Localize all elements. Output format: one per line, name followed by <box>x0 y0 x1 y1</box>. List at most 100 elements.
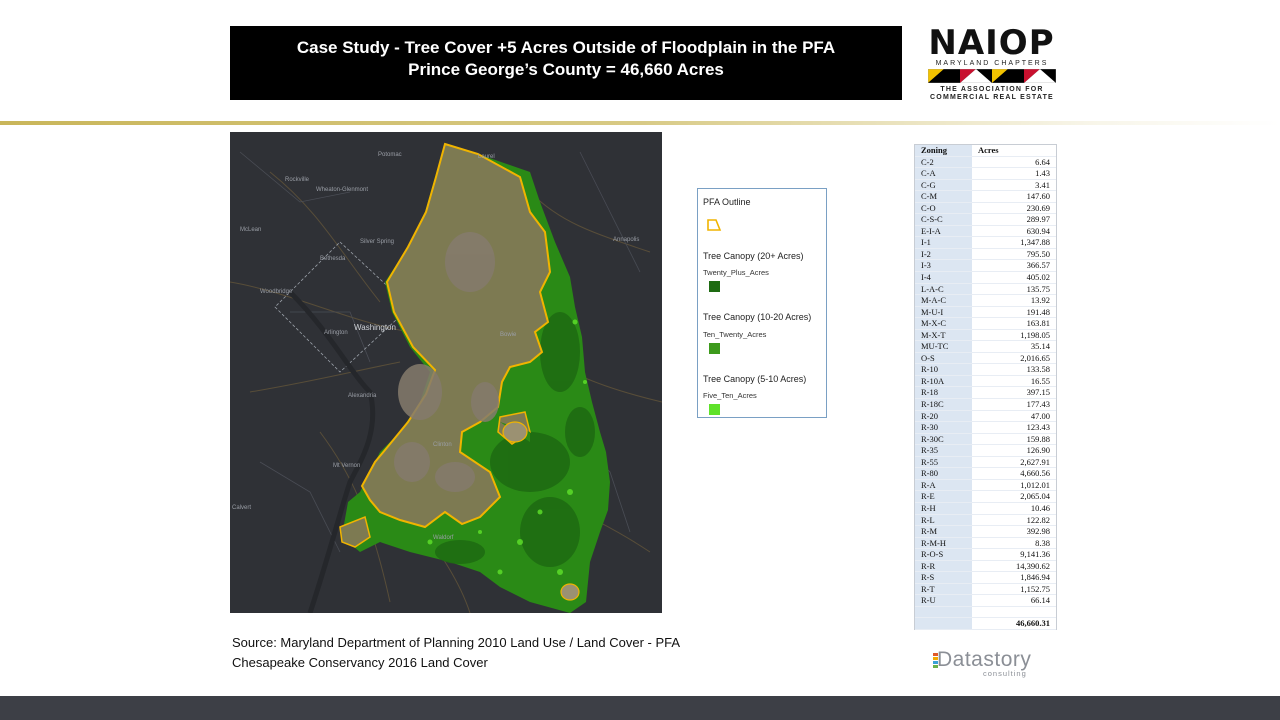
table-row: R-E 2,065.04 <box>915 491 1056 503</box>
table-row: R-S 1,846.94 <box>915 572 1056 584</box>
table-row: M-U-I 191.48 <box>915 306 1056 319</box>
acres-cell: 123.43 <box>1026 422 1050 433</box>
acres-cell: 2,065.04 <box>1020 491 1050 502</box>
table-row <box>915 606 1056 619</box>
map-label: Calvert <box>232 505 252 511</box>
legend-heading-5-10: Tree Canopy (5-10 Acres) <box>703 374 807 384</box>
zoning-cell: I-1 <box>915 237 972 248</box>
legend-sub-5-10: Five_Ten_Acres <box>703 391 757 400</box>
zoning-cell: R-L <box>915 514 972 526</box>
naiop-logo: NAIOP MARYLAND CHAPTERS THE ASSOCIATION … <box>924 26 1059 102</box>
map-label: Rockville <box>285 177 310 183</box>
acres-cell: 630.94 <box>1026 225 1050 236</box>
acres-cell: 16.55 <box>1030 375 1050 386</box>
legend-sub-10-20: Ten_Twenty_Acres <box>703 330 767 339</box>
zoning-cell: R-10A <box>915 375 972 387</box>
table-row: M-X-C 163.81 <box>915 318 1056 330</box>
zoning-cell <box>915 606 972 618</box>
table-row: I-2 795.50 <box>915 248 1056 261</box>
zoning-cell: R-M-H <box>915 537 972 549</box>
zoning-cell: R-30C <box>915 433 972 445</box>
table-row: R-10 133.58 <box>915 364 1056 376</box>
table-total-row: 46,660.31 <box>915 618 1056 630</box>
pfa-outline-icon <box>707 219 722 231</box>
table-row: R-10A 16.55 <box>915 375 1056 388</box>
table-row: I-4 405.02 <box>915 272 1056 284</box>
zoning-cell: E-I-A <box>915 225 972 237</box>
table-row: R-H 10.46 <box>915 502 1056 515</box>
zoning-cell: I-2 <box>915 248 972 260</box>
map-label: Silver Spring <box>360 239 395 245</box>
acres-cell: 8.38 <box>1035 537 1050 548</box>
zoning-cell: I-3 <box>915 260 972 272</box>
map-label: Washington <box>354 323 396 332</box>
swatch-5-10-icon <box>709 404 720 415</box>
table-row: M-X-T 1,198.05 <box>915 329 1056 342</box>
map-label: Bowie <box>500 332 517 338</box>
zoning-cell: R-A <box>915 479 972 491</box>
map-legend: PFA Outline Tree Canopy (20+ Acres) Twen… <box>697 188 827 418</box>
table-row: R-R 14,390.62 <box>915 560 1056 573</box>
acres-cell: 47.00 <box>1030 410 1050 421</box>
zoning-cell: R-30 <box>915 422 972 433</box>
acres-cell: 14,390.62 <box>1016 560 1050 571</box>
table-row: C-O 230.69 <box>915 202 1056 215</box>
zoning-cell: M-U-I <box>915 306 972 318</box>
zoning-cell: L-A-C <box>915 283 972 295</box>
zoning-cell: O-S <box>915 352 972 364</box>
acres-cell: 6.64 <box>1035 156 1050 167</box>
acres-cell: 133.58 <box>1026 364 1050 375</box>
table-row: L-A-C 135.75 <box>915 283 1056 296</box>
map-label: Annapolis <box>613 237 640 243</box>
zoning-cell: R-U <box>915 595 972 606</box>
acres-cell: 1,846.94 <box>1020 572 1050 583</box>
zoning-cell: R-R <box>915 560 972 572</box>
acres-cell: 397.15 <box>1026 387 1050 398</box>
zoning-cell: R-80 <box>915 468 972 479</box>
table-row: C-2 6.64 <box>915 156 1056 169</box>
map-label: Waldorf <box>433 535 454 541</box>
acres-cell: 2,016.65 <box>1020 352 1050 363</box>
map-label: Woodbridge <box>260 289 293 295</box>
acres-cell: 126.90 <box>1026 445 1050 456</box>
title-line-1: Case Study - Tree Cover +5 Acres Outside… <box>296 38 836 57</box>
datastory-sub: consulting <box>983 669 1027 678</box>
zoning-cell: C-O <box>915 202 972 214</box>
acres-cell: 4,660.56 <box>1020 468 1050 479</box>
table-row: R-M-H 8.38 <box>915 537 1056 550</box>
zoning-cell: R-M <box>915 526 972 537</box>
zoning-cell: C-A <box>915 168 972 179</box>
table-row: R-18 397.15 <box>915 387 1056 400</box>
zoning-cell: R-55 <box>915 456 972 468</box>
zoning-acres-table: Zoning Acres C-2 6.64 C-A 1.43 C-G 3.41 C-M 147… <box>914 144 1057 630</box>
table-row: R-55 2,627.91 <box>915 456 1056 469</box>
map-label: Wheaton-Glenmont <box>316 187 369 193</box>
header-zoning: Zoning <box>915 145 972 156</box>
table-row: I-3 366.57 <box>915 260 1056 273</box>
table-row: R-A 1,012.01 <box>915 479 1056 492</box>
source-line-1: Source: Maryland Department of Planning … <box>232 635 681 650</box>
source-note: Source: Maryland Department of Planning … <box>232 633 680 673</box>
pfa-tree-cover-map: Potomac Washington Arlington Alexandria … <box>230 132 662 613</box>
table-row: R-U 66.14 <box>915 595 1056 607</box>
zoning-cell: I-4 <box>915 272 972 283</box>
table-row: R-80 4,660.56 <box>915 468 1056 480</box>
acres-cell: 147.60 <box>1026 191 1050 202</box>
zoning-cell: R-T <box>915 583 972 595</box>
table-row: C-G 3.41 <box>915 179 1056 192</box>
table-row: C-M 147.60 <box>915 191 1056 203</box>
table-row: R-18C 177.43 <box>915 399 1056 411</box>
acres-cell: 1,347.88 <box>1020 237 1050 248</box>
acres-cell: 191.48 <box>1026 306 1050 317</box>
acres-cell: 1,198.05 <box>1020 329 1050 340</box>
acres-cell: 177.43 <box>1026 399 1050 410</box>
legend-heading-20plus: Tree Canopy (20+ Acres) <box>703 251 804 261</box>
table-row: C-A 1.43 <box>915 168 1056 180</box>
table-row: R-L 122.82 <box>915 514 1056 527</box>
acres-cell: 1,012.01 <box>1020 479 1050 490</box>
zoning-cell: M-A-C <box>915 295 972 306</box>
table-row: R-30C 159.88 <box>915 433 1056 446</box>
maryland-flag-icon <box>928 69 1056 83</box>
acres-cell: 163.81 <box>1026 318 1050 329</box>
table-row: E-I-A 630.94 <box>915 225 1056 238</box>
